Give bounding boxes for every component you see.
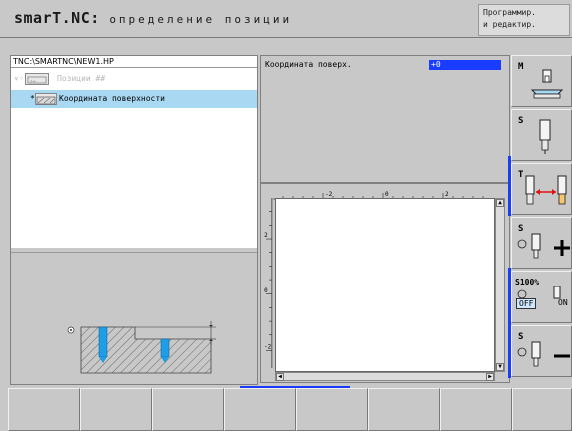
help-graphic-area <box>11 252 257 384</box>
softkey-m-function[interactable]: M <box>511 55 572 107</box>
softkey-spindle[interactable]: S <box>511 109 572 161</box>
tree-item-positions[interactable]: ▿ ◦ ✣✣ Позиции ## <box>11 70 257 88</box>
positions-node-icon: ✣✣ <box>25 73 49 85</box>
override-on-toggle[interactable]: ON <box>558 298 568 307</box>
horizontal-scrollbar[interactable]: ◀ ▶ <box>275 372 495 381</box>
screen-title: определение позиции <box>109 13 293 26</box>
vertical-scrollbar[interactable]: ▲ ▼ <box>495 198 505 372</box>
softkey-spindle-override[interactable]: S100% OFF ON <box>511 271 572 323</box>
tree-node-marker: ◦ <box>19 74 24 83</box>
svg-text:✣✣: ✣✣ <box>30 79 36 85</box>
top-ruler-label: 2 <box>445 191 449 198</box>
top-ruler-label: -2 <box>325 191 333 198</box>
vertical-softkey-bar: M S T S S100% OFF ON S <box>511 55 572 385</box>
file-path: TNC:\SMARTNC\NEW1.HP <box>11 56 257 68</box>
softkey-spindle-minus[interactable]: S <box>511 325 572 377</box>
scroll-down-icon[interactable]: ▼ <box>496 363 504 371</box>
tree-item-surface-coordinate[interactable]: * Координата поверхности <box>11 90 257 108</box>
softkey-3[interactable] <box>152 388 224 431</box>
scroll-up-icon[interactable]: ▲ <box>496 199 504 207</box>
surface-coordinate-label: Координата поверх. <box>265 60 352 69</box>
softkey-2[interactable] <box>80 388 152 431</box>
tool-change-icon <box>525 175 567 205</box>
softkey-7[interactable] <box>440 388 512 431</box>
softkey-1[interactable] <box>8 388 80 431</box>
softkey-6[interactable] <box>368 388 440 431</box>
operating-mode-box[interactable]: Программир. и редактир. <box>478 4 570 36</box>
override-off-toggle[interactable]: OFF <box>516 298 537 309</box>
softkey-label: S <box>518 116 524 126</box>
program-tree-panel: TNC:\SMARTNC\NEW1.HP ▿ ◦ ✣✣ Позиции ## * <box>10 55 258 385</box>
tree-item-label: Позиции ## <box>57 74 106 83</box>
page-title: smarT.NC: определение позиции <box>14 9 292 27</box>
softkey-5[interactable] <box>296 388 368 431</box>
horizontal-softkey-bar <box>0 388 572 431</box>
scroll-left-icon[interactable]: ◀ <box>276 373 284 381</box>
surface-coordinate-help-graphic <box>67 321 216 374</box>
spindle-minus-icon <box>517 341 570 367</box>
spindle-plus-icon <box>517 233 570 259</box>
app-name: smarT.NC: <box>14 9 100 27</box>
softkey-4[interactable] <box>224 388 296 431</box>
left-ruler-label: -2 <box>264 344 272 350</box>
softkey-label: M <box>518 62 524 72</box>
graphic-canvas[interactable] <box>275 198 495 372</box>
machine-table-icon <box>530 69 564 99</box>
top-ruler-label: 0 <box>385 191 389 198</box>
scroll-right-icon[interactable]: ▶ <box>486 373 494 381</box>
header-bar: smarT.NC: определение позиции Программир… <box>0 0 572 38</box>
left-ruler-label: 0 <box>264 288 268 294</box>
tree-item-label: Координата поверхности <box>59 94 165 103</box>
softkey-8[interactable] <box>512 388 572 431</box>
mode-line-1: Программир. <box>483 8 536 17</box>
input-form-panel: Координата поверх. +0 <box>260 55 510 183</box>
left-ruler-label: 2 <box>264 233 268 239</box>
softkey-tool-change[interactable]: T <box>511 163 572 215</box>
tree-view[interactable]: ▿ ◦ ✣✣ Позиции ## * Координата поверхнос… <box>11 68 257 248</box>
spindle-icon <box>539 119 551 154</box>
surface-coordinate-input[interactable]: +0 <box>429 60 501 70</box>
softkey-spindle-plus[interactable]: S <box>511 217 572 269</box>
position-graphic-panel: -2 0 2 2 0 -2 ▲ ▼ ◀ ▶ <box>260 183 510 383</box>
mode-line-2: и редактир. <box>483 20 536 29</box>
left-ruler: 2 0 -2 <box>264 198 273 368</box>
surface-node-icon <box>35 93 57 105</box>
